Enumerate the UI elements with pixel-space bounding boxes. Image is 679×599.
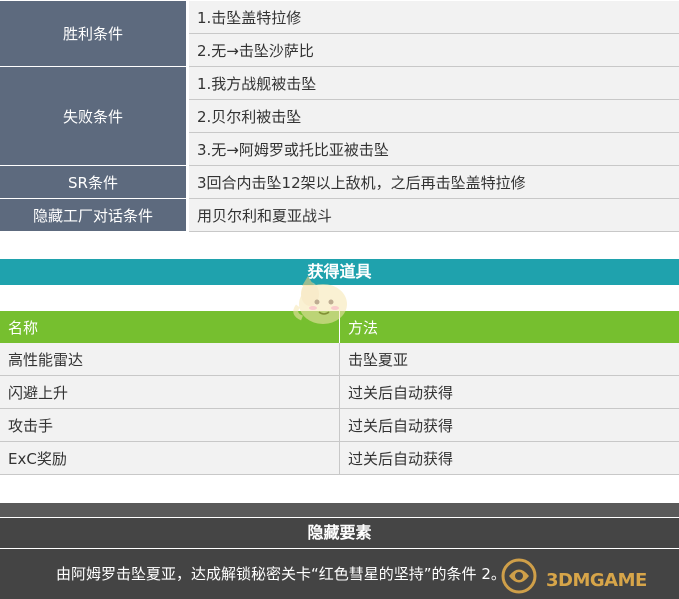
- defeat-condition-2: 2.贝尔利被击坠: [187, 99, 679, 133]
- table-row: ExC奖励 过关后自动获得: [0, 441, 679, 475]
- defeat-condition-3: 3.无→阿姆罗或托比亚被击坠: [187, 132, 679, 166]
- table-row: 失败条件 1.我方战舰被击坠: [0, 66, 679, 166]
- item-name: 高性能雷达: [0, 343, 340, 376]
- item-method: 过关后自动获得: [339, 375, 679, 409]
- header-method: 方法: [339, 311, 679, 343]
- item-name: 闪避上升: [0, 375, 340, 409]
- defeat-condition-1: 1.我方战舰被击坠: [187, 66, 679, 100]
- hidden-section-title: 隐藏要素: [0, 518, 679, 548]
- sr-condition: 3回合内击坠12架以上敌机，之后再击坠盖特拉修: [187, 165, 679, 199]
- defeat-label: 失败条件: [0, 66, 189, 166]
- table-row: 攻击手 过关后自动获得: [0, 408, 679, 442]
- watermark-text: 3DMGAME: [546, 570, 647, 591]
- table-row: 隐藏工厂对话条件 用贝尔利和夏亚战斗: [0, 198, 679, 232]
- item-name: 攻击手: [0, 408, 340, 442]
- hidden-factory-condition: 用贝尔利和夏亚战斗: [187, 198, 679, 232]
- victory-label: 胜利条件: [0, 0, 189, 67]
- item-method: 过关后自动获得: [339, 408, 679, 442]
- 3dmgame-logo-icon: [501, 558, 537, 594]
- item-method: 过关后自动获得: [339, 441, 679, 475]
- hidden-factory-label: 隐藏工厂对话条件: [0, 198, 189, 232]
- conditions-table: 胜利条件 1.击坠盖特拉修 2.无→击坠沙萨比 失败条件 1.我方战舰被击坠 2…: [0, 0, 679, 232]
- table-row: 胜利条件 1.击坠盖特拉修: [0, 0, 679, 67]
- item-method: 击坠夏亚: [339, 343, 679, 376]
- hidden-section-topbar: [0, 503, 679, 517]
- table-row: SR条件 3回合内击坠12架以上敌机，之后再击坠盖特拉修: [0, 165, 679, 199]
- table-row: 闪避上升 过关后自动获得: [0, 375, 679, 409]
- victory-condition-2: 2.无→击坠沙萨比: [187, 33, 679, 67]
- victory-condition-1: 1.击坠盖特拉修: [187, 0, 679, 34]
- sr-label: SR条件: [0, 165, 189, 199]
- mascot-watermark-icon: [293, 276, 347, 324]
- items-table: 名称 方法 高性能雷达 击坠夏亚 闪避上升 过关后自动获得 攻击手 过关后自动获…: [0, 311, 679, 475]
- item-name: ExC奖励: [0, 441, 340, 475]
- table-row: 高性能雷达 击坠夏亚: [0, 343, 679, 376]
